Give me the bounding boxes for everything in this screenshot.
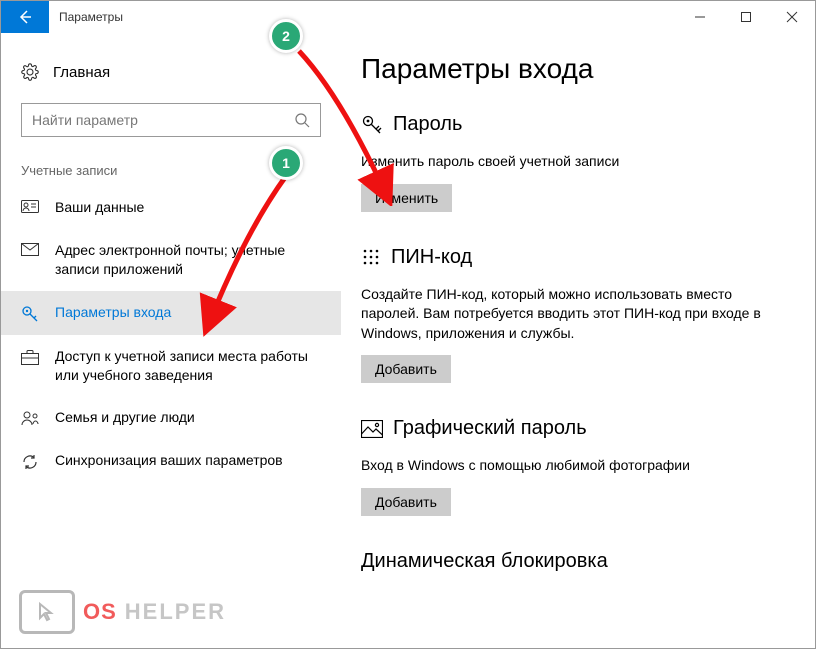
key-icon bbox=[361, 114, 383, 136]
search-input[interactable] bbox=[32, 112, 294, 128]
annotation-marker-1: 1 bbox=[269, 146, 303, 180]
picture-desc: Вход в Windows с помощью любимой фотогра… bbox=[361, 456, 781, 476]
sidebar-home[interactable]: Главная bbox=[1, 53, 341, 91]
sync-icon bbox=[21, 453, 39, 471]
sidebar-item-signin-options[interactable]: Параметры входа bbox=[1, 291, 341, 335]
gear-icon bbox=[21, 63, 39, 81]
annotation-marker-2: 2 bbox=[269, 19, 303, 53]
sidebar-item-label: Доступ к учетной записи места работы или… bbox=[55, 347, 321, 385]
sidebar-item-label: Адрес электронной почты; учетные записи … bbox=[55, 241, 321, 279]
window-title: Параметры bbox=[49, 1, 133, 33]
maximize-button[interactable] bbox=[723, 1, 769, 33]
password-desc: Изменить пароль своей учетной записи bbox=[361, 152, 781, 172]
watermark-helper: HELPER bbox=[125, 599, 226, 625]
dynamic-lock-heading: Динамическая блокировка bbox=[361, 550, 608, 573]
sidebar-item-family[interactable]: Семья и другие люди bbox=[1, 396, 341, 439]
watermark-os: OS bbox=[83, 599, 117, 625]
titlebar: Параметры bbox=[1, 1, 815, 33]
add-pin-button[interactable]: Добавить bbox=[361, 355, 451, 383]
main-panel: Параметры входа Пароль Изменить пароль с… bbox=[341, 33, 815, 648]
sidebar-item-label: Ваши данные bbox=[55, 198, 321, 217]
sidebar: Главная Учетные записи Ваши данные Адрес… bbox=[1, 33, 341, 648]
password-heading: Пароль bbox=[393, 113, 462, 136]
person-card-icon bbox=[21, 200, 39, 214]
back-button[interactable] bbox=[1, 1, 49, 33]
pin-pad-icon bbox=[361, 247, 381, 267]
search-box[interactable] bbox=[21, 103, 321, 137]
sidebar-item-label: Параметры входа bbox=[55, 303, 321, 322]
section-dynamic-lock: Динамическая блокировка bbox=[361, 550, 795, 573]
mail-icon bbox=[21, 243, 39, 257]
add-picture-password-button[interactable]: Добавить bbox=[361, 488, 451, 516]
pin-heading: ПИН-код bbox=[391, 246, 472, 269]
sidebar-item-label: Синхронизация ваших параметров bbox=[55, 451, 321, 470]
section-picture-password: Графический пароль Вход в Windows с помо… bbox=[361, 417, 795, 516]
key-icon bbox=[21, 305, 39, 323]
pin-desc: Создайте ПИН-код, который можно использо… bbox=[361, 285, 781, 344]
sidebar-item-label: Семья и другие люди bbox=[55, 408, 321, 427]
picture-icon bbox=[361, 420, 383, 438]
sidebar-item-your-info[interactable]: Ваши данные bbox=[1, 186, 341, 229]
picture-heading: Графический пароль bbox=[393, 417, 587, 440]
close-button[interactable] bbox=[769, 1, 815, 33]
sidebar-item-email[interactable]: Адрес электронной почты; учетные записи … bbox=[1, 229, 341, 291]
briefcase-icon bbox=[21, 349, 39, 365]
search-icon bbox=[294, 112, 310, 128]
sidebar-item-sync[interactable]: Синхронизация ваших параметров bbox=[1, 439, 341, 483]
section-password: Пароль Изменить пароль своей учетной зап… bbox=[361, 113, 795, 212]
minimize-button[interactable] bbox=[677, 1, 723, 33]
sidebar-home-label: Главная bbox=[53, 64, 110, 81]
sidebar-item-work-access[interactable]: Доступ к учетной записи места работы или… bbox=[1, 335, 341, 397]
arrow-left-icon bbox=[17, 9, 33, 25]
change-password-button[interactable]: Изменить bbox=[361, 184, 452, 212]
section-pin: ПИН-код Создайте ПИН-код, который можно … bbox=[361, 246, 795, 384]
cursor-box-icon bbox=[19, 590, 75, 634]
watermark: OS HELPER bbox=[19, 590, 226, 634]
page-title: Параметры входа bbox=[361, 53, 795, 85]
people-icon bbox=[21, 410, 39, 426]
